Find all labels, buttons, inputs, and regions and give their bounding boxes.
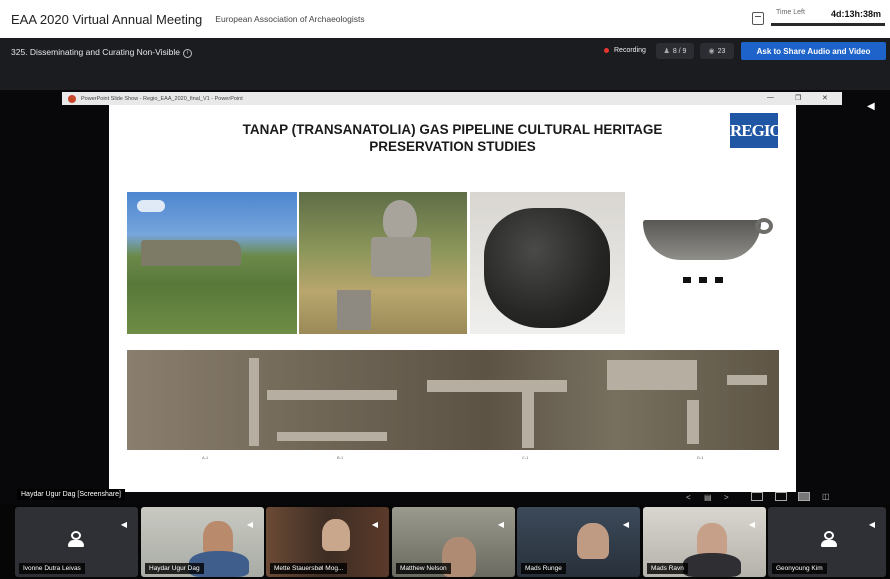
photo-caption: B-1 — [337, 455, 344, 460]
pot-shape — [484, 208, 610, 328]
view-sorter-icon[interactable] — [775, 492, 787, 501]
slide-prev-icon[interactable]: < — [686, 493, 691, 502]
cloud-shape — [137, 200, 165, 212]
stone-block-shape — [337, 290, 371, 330]
participant-video — [203, 521, 233, 555]
participant-name: Geonyoung Kim — [772, 563, 827, 574]
wall-shape — [427, 380, 567, 392]
view-reading-icon[interactable] — [798, 492, 810, 501]
participant-name: Mette Stauersbøl Mog... — [270, 563, 348, 574]
participant-name: Matthew Nelson — [396, 563, 451, 574]
app-title: EAA 2020 Virtual Annual Meeting — [11, 11, 203, 27]
avatar-icon — [820, 529, 838, 547]
slide-next-icon[interactable]: > — [724, 493, 729, 502]
recording-label: Recording — [614, 47, 646, 54]
ppt-window-title: PowerPoint Slide Show - Regio_EAA_2020_f… — [81, 95, 243, 102]
slide-title: TANAP (TRANSANATOLIA) GAS PIPELINE CULTU… — [109, 121, 796, 155]
participant-video — [322, 519, 350, 551]
viewers-count: 23 — [717, 47, 726, 55]
landscape-photo — [127, 192, 297, 334]
participant-video — [577, 523, 609, 559]
session-title-wrap: 325. Disseminating and Curating Non-Visi… — [11, 47, 192, 58]
app-header: EAA 2020 Virtual Annual Meeting European… — [0, 0, 890, 38]
tile-arrow-icon[interactable]: ◀ — [498, 520, 504, 529]
participants-count: 8 / 9 — [672, 47, 687, 55]
maximize-icon[interactable]: ❐ — [795, 94, 801, 102]
excavation-panorama-photo: A-1 B-1 C-1 D-1 — [127, 350, 779, 460]
wall-shape — [277, 432, 387, 441]
tile-arrow-icon[interactable]: ◀ — [623, 520, 629, 529]
participant-tile[interactable]: ◀ Ivonne Dutra Leivas — [15, 507, 138, 577]
time-left-label: Time Left — [776, 9, 805, 16]
scale-bar — [715, 277, 723, 283]
participant-name: Haydar Ugur Dag — [145, 563, 204, 574]
slide-menu-icon[interactable]: ▤ — [704, 493, 712, 502]
time-left-progress — [771, 23, 885, 26]
tile-arrow-icon[interactable]: ◀ — [749, 520, 755, 529]
bowl-photo — [637, 212, 780, 292]
close-icon[interactable]: ✕ — [822, 94, 828, 102]
scale-bar — [683, 277, 691, 283]
tile-arrow-icon[interactable]: ◀ — [372, 520, 378, 529]
session-title: 325. Disseminating and Curating Non-Visi… — [11, 47, 180, 57]
tile-arrow-icon[interactable]: ◀ — [869, 520, 875, 529]
tile-arrow-icon[interactable]: ◀ — [121, 520, 127, 529]
wall-shape — [607, 360, 697, 390]
recording-indicator: Recording — [604, 47, 646, 54]
eye-icon: ◉ — [708, 48, 715, 55]
presentation-slide: TANAP (TRANSANATOLIA) GAS PIPELINE CULTU… — [109, 105, 796, 492]
participant-name: Mads Ravn — [647, 563, 688, 574]
recording-dot-icon — [604, 48, 609, 53]
minimize-icon[interactable]: — — [767, 94, 774, 101]
avatar-icon — [67, 529, 85, 547]
participant-video — [697, 523, 727, 557]
participant-tile[interactable]: ◀ Matthew Nelson — [392, 507, 515, 577]
stone-body-shape — [371, 237, 431, 277]
participant-tile[interactable]: ◀ Mette Stauersbøl Mog... — [266, 507, 389, 577]
session-bar: 325. Disseminating and Curating Non-Visi… — [0, 38, 890, 90]
slide-title-line1: TANAP (TRANSANATOLIA) GAS PIPELINE CULTU… — [242, 122, 663, 137]
black-pot-photo — [470, 192, 625, 334]
participant-strip: ◀ Ivonne Dutra Leivas ◀ Haydar Ugur Dag … — [0, 505, 890, 579]
photo-caption: A-1 — [202, 455, 209, 460]
wall-shape — [727, 375, 767, 385]
info-icon[interactable]: i — [183, 49, 192, 58]
scale-bar — [699, 277, 707, 283]
participant-name: Ivonne Dutra Leivas — [19, 563, 85, 574]
slide-title-line2: PRESERVATION STUDIES — [369, 139, 536, 154]
wall-shape — [267, 390, 397, 400]
view-normal-icon[interactable] — [751, 492, 763, 501]
collapse-arrow-icon[interactable]: ◀ — [867, 101, 875, 112]
time-left-value: 4d:13h:38m — [831, 9, 882, 19]
screenshare-stage: PowerPoint Slide Show - Regio_EAA_2020_f… — [0, 90, 890, 505]
participant-tile[interactable]: ◀ Haydar Ugur Dag — [141, 507, 264, 577]
tile-arrow-icon[interactable]: ◀ — [247, 520, 253, 529]
stone-wall-shape — [141, 240, 241, 266]
participant-name: Mads Runge — [521, 563, 566, 574]
photo-caption: D-1 — [697, 455, 704, 460]
regio-logo: REGIO — [730, 113, 783, 148]
screenshare-owner-label: Haydar Ugur Dag [Screenshare] — [17, 489, 125, 500]
participant-tile[interactable]: ◀ Geonyoung Kim — [768, 507, 886, 577]
powerpoint-icon — [68, 94, 76, 103]
participant-tile[interactable]: ◀ Mads Runge — [517, 507, 640, 577]
stone-head-shape — [383, 200, 417, 240]
wall-shape — [522, 390, 534, 448]
gravestone-photo — [299, 192, 467, 334]
photo-caption: C-1 — [522, 455, 529, 460]
organization-name: European Association of Archaeologists — [215, 14, 365, 24]
people-icon: ♟ — [663, 48, 670, 55]
view-slideshow-icon[interactable]: ◫ — [822, 492, 830, 501]
wall-shape — [687, 400, 699, 444]
bowl-shape — [643, 220, 761, 260]
participant-tile[interactable]: ◀ Mads Ravn — [643, 507, 766, 577]
calendar-icon[interactable] — [752, 12, 764, 25]
ask-share-av-button[interactable]: Ask to Share Audio and Video — [741, 42, 886, 60]
ppt-window-titlebar: PowerPoint Slide Show - Regio_EAA_2020_f… — [62, 92, 842, 105]
participant-video — [683, 553, 741, 577]
wall-shape — [249, 358, 259, 446]
viewers-badge[interactable]: ◉ 23 — [700, 43, 734, 59]
bowl-handle-shape — [755, 218, 773, 234]
participants-badge[interactable]: ♟ 8 / 9 — [656, 43, 694, 59]
